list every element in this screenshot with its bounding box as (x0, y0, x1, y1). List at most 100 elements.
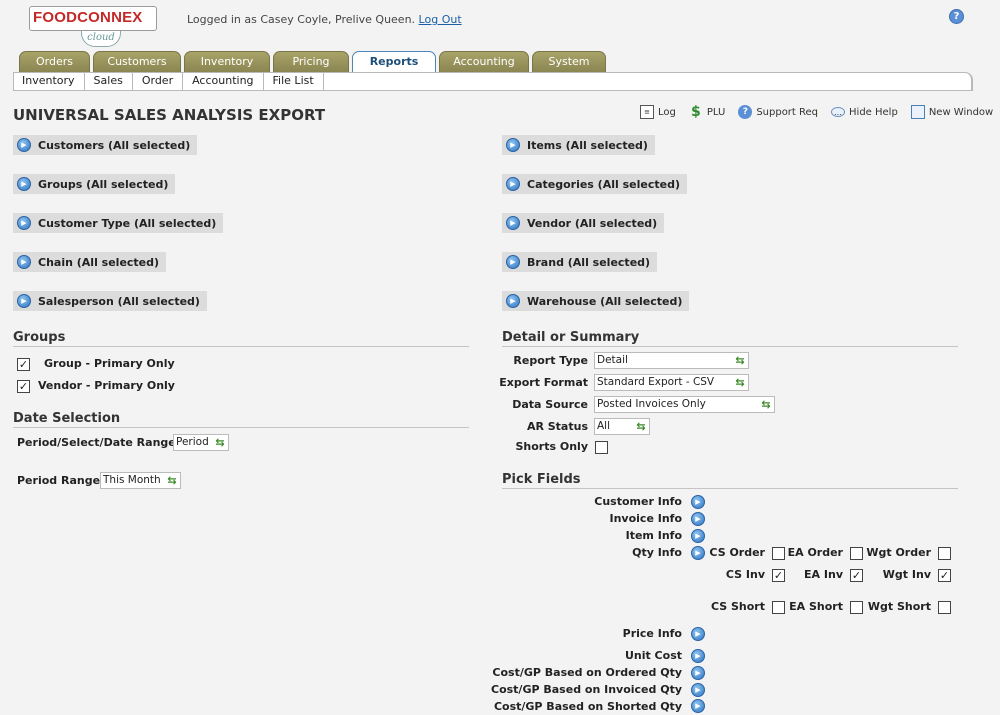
period-range-label: Period Range (17, 474, 101, 487)
support-label: Support Req (756, 106, 819, 118)
subtab-sales[interactable]: Sales (85, 72, 133, 91)
customer-info-label: Customer Info (594, 495, 682, 508)
tab-inventory[interactable]: Inventory (184, 51, 270, 72)
expand-arrow-icon: ▶ (506, 177, 520, 191)
tab-reports[interactable]: Reports (352, 51, 436, 73)
tab-customers[interactable]: Customers (93, 51, 181, 72)
cost-ordered-label: Cost/GP Based on Ordered Qty (492, 666, 682, 679)
pick-fields-heading: Pick Fields (502, 472, 958, 489)
tab-pricing[interactable]: Pricing (273, 51, 349, 72)
customer-info-expand-icon[interactable]: ▶ (691, 495, 705, 509)
foodconnex-logo: FOODCONNEX cloud (29, 6, 157, 47)
ar-status-label: AR Status (526, 420, 588, 433)
green-arrows-icon: ⇆ (215, 435, 225, 449)
groups-heading: Groups (13, 330, 469, 347)
expand-arrow-icon: ▶ (506, 138, 520, 152)
export-format-dropdown[interactable]: Standard Export - CSV ⇆ (594, 374, 749, 391)
main-tabs: Orders Customers Inventory Pricing Repor… (19, 51, 606, 73)
period-select-value: Period (176, 436, 209, 448)
login-text: Logged in as Casey Coyle, Prelive Queen. (187, 13, 416, 26)
unit-cost-label: Unit Cost (624, 649, 682, 662)
detail-summary-heading: Detail or Summary (502, 330, 958, 347)
filter-brand[interactable]: ▶ Brand (All selected) (502, 252, 658, 272)
green-arrows-icon: ⇆ (167, 473, 177, 487)
expand-arrow-icon: ▶ (506, 294, 520, 308)
invoice-info-expand-icon[interactable]: ▶ (691, 512, 705, 526)
ea-short-label: EA Short (789, 600, 843, 613)
filter-chain[interactable]: ▶ Chain (All selected) (13, 252, 167, 272)
filter-label: Items (All selected) (527, 138, 648, 152)
filter-label: Brand (All selected) (527, 255, 651, 269)
data-source-dropdown[interactable]: Posted Invoices Only ⇆ (594, 396, 775, 413)
support-request-button[interactable]: ? Support Req (738, 105, 818, 119)
item-info-label: Item Info (625, 529, 682, 542)
vendor-primary-checkbox[interactable]: ✓ (17, 380, 30, 393)
qty-info-expand-icon[interactable]: ▶ (691, 546, 705, 560)
new-window-label: New Window (928, 106, 994, 118)
expand-arrow-icon: ▶ (17, 216, 31, 230)
filter-customer-type[interactable]: ▶ Customer Type (All selected) (13, 213, 224, 233)
plu-button[interactable]: $ PLU (689, 105, 725, 119)
cs-order-label: CS Order (709, 546, 765, 559)
group-primary-checkbox[interactable]: ✓ (17, 358, 30, 371)
filter-vendor[interactable]: ▶ Vendor (All selected) (502, 213, 665, 233)
unit-cost-expand-icon[interactable]: ▶ (691, 649, 705, 663)
invoice-info-label: Invoice Info (609, 512, 683, 525)
tab-system[interactable]: System (532, 51, 606, 72)
new-window-button[interactable]: New Window (910, 105, 994, 119)
price-info-expand-icon[interactable]: ▶ (691, 627, 705, 641)
subtab-inventory[interactable]: Inventory (13, 72, 85, 91)
report-subtabs: Inventory Sales Order Accounting File Li… (13, 72, 324, 91)
period-range-dropdown[interactable]: This Month ⇆ (100, 472, 181, 489)
filter-groups[interactable]: ▶ Groups (All selected) (13, 174, 176, 194)
login-status: Logged in as Casey Coyle, Prelive Queen.… (187, 13, 462, 26)
wgt-short-checkbox[interactable] (938, 601, 951, 614)
cs-short-label: CS Short (710, 600, 765, 613)
plu-label: PLU (706, 106, 726, 118)
price-info-label: Price Info (622, 627, 682, 640)
filter-label: Chain (All selected) (38, 255, 160, 269)
expand-arrow-icon: ▶ (17, 255, 31, 269)
dollar-icon: $ (691, 104, 701, 120)
green-arrows-icon: ⇆ (735, 353, 745, 367)
wgt-order-checkbox[interactable] (938, 547, 951, 560)
cost-ordered-expand-icon[interactable]: ▶ (691, 666, 705, 680)
report-type-label: Report Type (513, 354, 588, 367)
data-source-label: Data Source (512, 398, 588, 411)
logo-text: FOODCONNEX (33, 9, 143, 26)
hide-help-button[interactable]: … Hide Help (831, 107, 898, 118)
cost-shorted-expand-icon[interactable]: ▶ (691, 699, 705, 713)
log-button[interactable]: ≡ Log (640, 105, 676, 119)
filter-warehouse[interactable]: ▶ Warehouse (All selected) (502, 291, 690, 311)
wgt-inv-label: Wgt Inv (882, 568, 931, 581)
tab-accounting[interactable]: Accounting (439, 51, 529, 72)
group-primary-label: Group - Primary Only (44, 357, 175, 370)
cost-invoiced-label: Cost/GP Based on Invoiced Qty (491, 683, 682, 696)
item-info-expand-icon[interactable]: ▶ (691, 529, 705, 543)
wgt-inv-checkbox[interactable]: ✓ (938, 569, 951, 582)
help-icon[interactable]: ? (949, 9, 964, 24)
filter-label: Salesperson (All selected) (38, 294, 200, 308)
period-select-dropdown[interactable]: Period ⇆ (173, 434, 229, 451)
green-arrows-icon: ⇆ (636, 419, 646, 433)
filter-categories[interactable]: ▶ Categories (All selected) (502, 174, 687, 194)
cost-invoiced-expand-icon[interactable]: ▶ (691, 683, 705, 697)
tab-orders[interactable]: Orders (19, 51, 90, 72)
report-type-dropdown[interactable]: Detail ⇆ (594, 352, 749, 369)
subtab-accounting[interactable]: Accounting (183, 72, 264, 91)
expand-arrow-icon: ▶ (17, 177, 31, 191)
export-format-value: Standard Export - CSV (597, 376, 715, 388)
support-icon: ? (738, 105, 753, 119)
logout-link[interactable]: Log Out (419, 13, 462, 26)
filter-salesperson[interactable]: ▶ Salesperson (All selected) (13, 291, 207, 311)
subtab-order[interactable]: Order (133, 72, 184, 91)
green-arrows-icon: ⇆ (761, 397, 771, 411)
subtab-file-list[interactable]: File List (264, 72, 324, 91)
shorts-only-checkbox[interactable] (595, 441, 608, 454)
expand-arrow-icon: ▶ (17, 138, 31, 152)
filter-customers[interactable]: ▶ Customers (All selected) (13, 135, 198, 155)
ar-status-dropdown[interactable]: All ⇆ (594, 418, 650, 435)
filter-items[interactable]: ▶ Items (All selected) (502, 135, 655, 155)
filter-label: Vendor (All selected) (527, 216, 658, 230)
filter-label: Customers (All selected) (38, 138, 191, 152)
